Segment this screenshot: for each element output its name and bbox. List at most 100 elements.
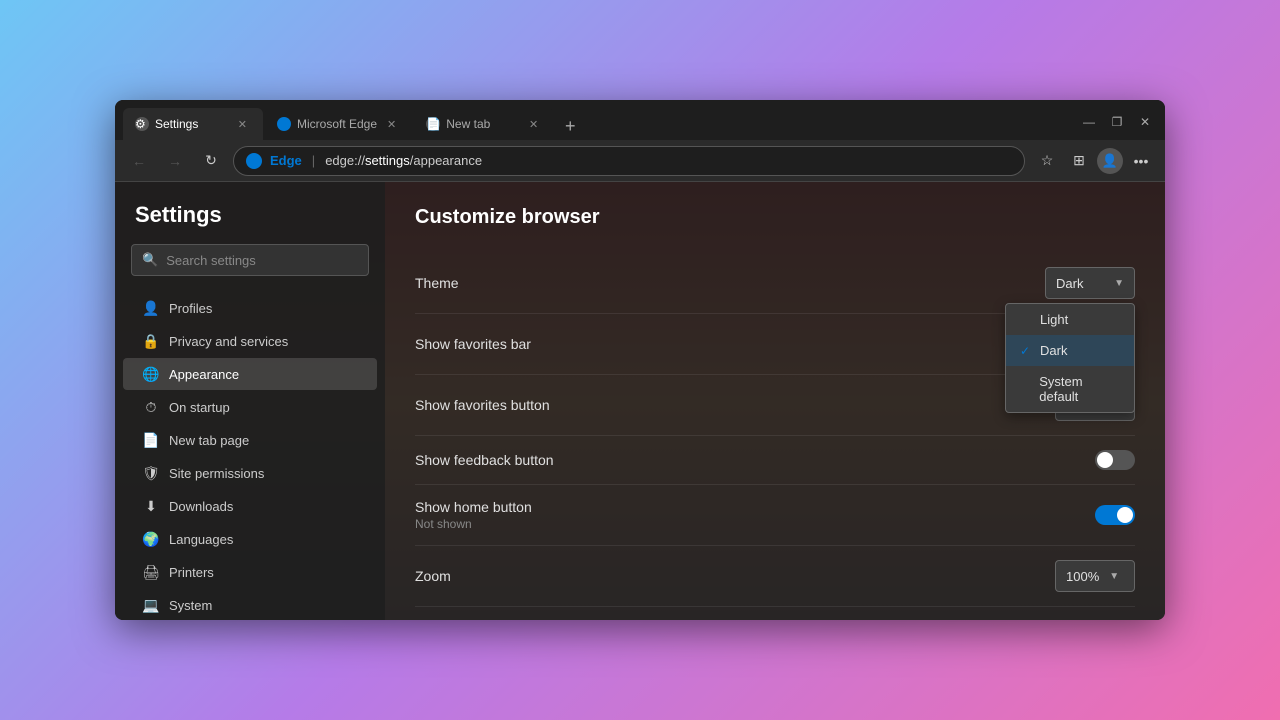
address-url: edge://settings/appearance [325, 153, 482, 168]
settings-tab-label: Settings [155, 117, 198, 131]
theme-dropdown-value: Dark [1056, 276, 1083, 291]
edge-tab-icon [277, 117, 291, 131]
zoom-row: Zoom 100% ▼ [415, 546, 1135, 607]
settings-more-button[interactable]: ••• [1127, 147, 1155, 175]
minimize-button[interactable]: — [1077, 110, 1101, 134]
collections-button[interactable]: ⊞ [1065, 147, 1093, 175]
home-button-label: Show home button [415, 499, 532, 515]
forward-button[interactable]: → [161, 147, 189, 175]
settings-tab-icon: ⚙ [135, 117, 149, 131]
home-button-sublabel: Not shown [415, 517, 532, 531]
sidebar-item-newtab[interactable]: 📄 New tab page [123, 424, 377, 456]
favorites-button-label: Show favorites button [415, 397, 550, 413]
home-button-row: Show home button Not shown [415, 485, 1135, 546]
theme-option-light[interactable]: Light [1006, 304, 1134, 335]
downloads-icon: ⬇ [143, 498, 159, 514]
home-button-toggle[interactable] [1095, 505, 1135, 525]
browser-content: Settings 🔍 👤 Profiles 🔒 Privacy and serv… [115, 182, 1165, 620]
feedback-button-label: Show feedback button [415, 452, 554, 468]
theme-dropdown-container: Dark ▼ Light ✓ Dark [1045, 267, 1135, 299]
sidebar-item-languages[interactable]: 🌍 Languages [123, 523, 377, 555]
newtab-label: New tab page [169, 433, 249, 448]
theme-option-dark-label: Dark [1040, 343, 1067, 358]
startup-label: On startup [169, 400, 230, 415]
address-input[interactable]: Edge | edge://settings/appearance [233, 146, 1025, 176]
search-settings-input[interactable] [166, 253, 358, 268]
site-favicon [246, 153, 262, 169]
restore-button[interactable]: ❐ [1105, 110, 1129, 134]
profiles-label: Profiles [169, 301, 212, 316]
system-icon: 💻 [143, 597, 159, 613]
panel-title: Customize browser [415, 206, 1135, 229]
theme-dropdown-menu: Light ✓ Dark System default [1005, 303, 1135, 413]
printers-icon: 🖨 [143, 564, 159, 580]
toolbar-right: ☆ ⊞ 👤 ••• [1033, 147, 1155, 175]
theme-option-light-label: Light [1040, 312, 1068, 327]
edge-tab-label: Microsoft Edge [297, 117, 377, 131]
close-button[interactable]: ✕ [1133, 110, 1157, 134]
edge-tab-close[interactable]: ✕ [383, 116, 400, 133]
feedback-button-row: Show feedback button [415, 436, 1135, 485]
theme-option-dark[interactable]: ✓ Dark [1006, 335, 1134, 366]
window-controls: — ❐ ✕ [1077, 110, 1157, 140]
zoom-value: 100% [1066, 569, 1099, 584]
sidebar-item-system[interactable]: 💻 System [123, 589, 377, 620]
privacy-icon: 🔒 [143, 333, 159, 349]
refresh-button[interactable]: ↻ [197, 147, 225, 175]
theme-option-system[interactable]: System default [1006, 366, 1134, 412]
settings-tab-close[interactable]: ✕ [234, 116, 251, 133]
sidebar-item-printers[interactable]: 🖨 Printers [123, 556, 377, 588]
theme-setting-row: Theme Dark ▼ Light ✓ Dark [415, 253, 1135, 314]
home-toggle-thumb [1117, 507, 1133, 523]
sidebar-title: Settings [115, 202, 385, 244]
profiles-icon: 👤 [143, 300, 159, 316]
feedback-toggle-thumb [1097, 452, 1113, 468]
favorites-bar-label: Show favorites bar [415, 336, 531, 352]
browser-window: ⚙ Settings ✕ Microsoft Edge ✕ 📄 New tab … [115, 100, 1165, 620]
theme-dropdown-arrow: ▼ [1114, 278, 1124, 289]
tab-settings[interactable]: ⚙ Settings ✕ [123, 108, 263, 140]
profile-avatar[interactable]: 👤 [1097, 148, 1123, 174]
home-button-labels: Show home button Not shown [415, 499, 532, 531]
back-button[interactable]: ← [125, 147, 153, 175]
newtab-icon: 📄 [143, 432, 159, 448]
sidebar-item-appearance[interactable]: 🌐 Appearance [123, 358, 377, 390]
zoom-label: Zoom [415, 568, 451, 584]
sidebar-item-permissions[interactable]: 🛡 Site permissions [123, 457, 377, 489]
newtab-tab-icon: 📄 [426, 117, 440, 131]
theme-option-system-label: System default [1039, 374, 1120, 404]
theme-dropdown[interactable]: Dark ▼ [1045, 267, 1135, 299]
tab-new-tab[interactable]: 📄 New tab ✕ [414, 108, 554, 140]
languages-label: Languages [169, 532, 233, 547]
address-favicon-label: Edge [270, 153, 302, 168]
sidebar-item-startup[interactable]: ⏱ On startup [123, 391, 377, 423]
tab-microsoft-edge[interactable]: Microsoft Edge ✕ [265, 108, 412, 140]
new-tab-button[interactable]: + [556, 112, 584, 140]
appearance-icon: 🌐 [143, 366, 159, 382]
permissions-icon: 🛡 [143, 465, 159, 481]
sidebar-item-downloads[interactable]: ⬇ Downloads [123, 490, 377, 522]
dark-checkmark: ✓ [1020, 344, 1032, 358]
zoom-dropdown[interactable]: 100% ▼ [1055, 560, 1135, 592]
address-bar: ← → ↻ Edge | edge://settings/appearance … [115, 140, 1165, 182]
startup-icon: ⏱ [143, 399, 159, 415]
downloads-label: Downloads [169, 499, 233, 514]
newtab-tab-close[interactable]: ✕ [525, 116, 542, 133]
printers-label: Printers [169, 565, 214, 580]
sidebar-item-privacy[interactable]: 🔒 Privacy and services [123, 325, 377, 357]
sidebar: Settings 🔍 👤 Profiles 🔒 Privacy and serv… [115, 182, 385, 620]
theme-label: Theme [415, 275, 459, 291]
appearance-label: Appearance [169, 367, 239, 382]
newtab-tab-label: New tab [446, 117, 490, 131]
privacy-label: Privacy and services [169, 334, 288, 349]
main-panel: Customize browser Theme Dark ▼ Light [385, 182, 1165, 620]
search-settings-box[interactable]: 🔍 [131, 244, 369, 276]
favorites-star-button[interactable]: ☆ [1033, 147, 1061, 175]
languages-icon: 🌍 [143, 531, 159, 547]
fonts-section-title: Fonts [415, 607, 1135, 620]
permissions-label: Site permissions [169, 466, 264, 481]
system-label: System [169, 598, 212, 613]
search-icon: 🔍 [142, 252, 158, 268]
feedback-button-toggle[interactable] [1095, 450, 1135, 470]
sidebar-item-profiles[interactable]: 👤 Profiles [123, 292, 377, 324]
